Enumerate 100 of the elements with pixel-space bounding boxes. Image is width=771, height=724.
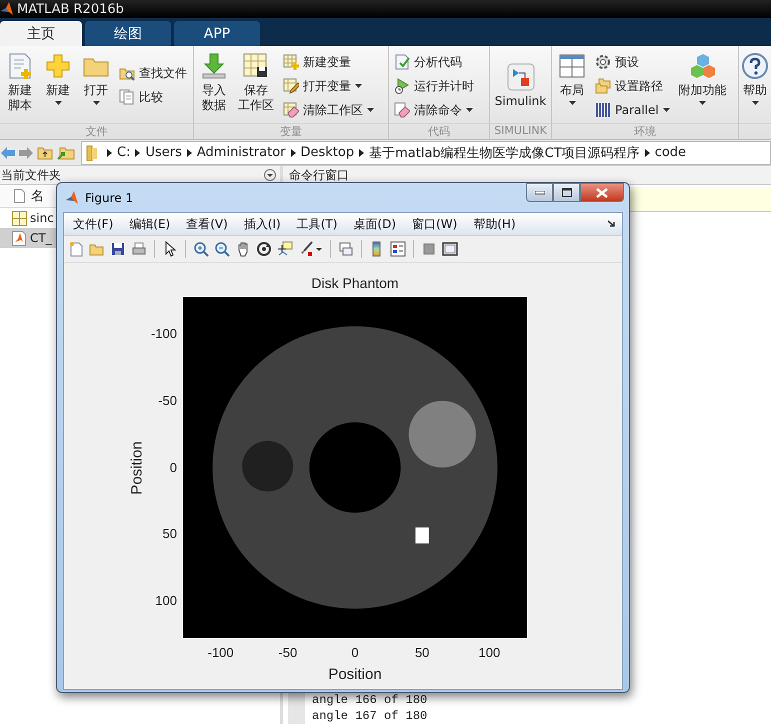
menu-item[interactable]: 桌面(D)	[350, 216, 404, 232]
ribbon-button[interactable]: Parallel	[592, 99, 673, 121]
menu-item[interactable]: 编辑(E)	[126, 216, 178, 232]
path-crumb[interactable]: code	[652, 145, 688, 160]
console-output: angle 166 of 180	[311, 692, 428, 708]
ribbon-button[interactable]: 设置路径	[592, 75, 673, 97]
group-label: 文件	[0, 123, 193, 139]
new-file-icon[interactable]	[68, 241, 84, 257]
document-icon	[14, 189, 25, 203]
file-row[interactable]: CT_	[0, 228, 56, 248]
plot-tools-icon[interactable]	[442, 241, 458, 257]
group-label: 代码	[389, 123, 489, 139]
ribbon-button[interactable]: 预设	[592, 51, 673, 73]
play-clock-icon	[394, 78, 410, 94]
x-tick-label: -50	[278, 645, 298, 660]
figure-title: Figure 1	[85, 190, 134, 204]
group-label: 变量	[194, 123, 388, 139]
ribbon-button[interactable]: 清除工作区	[280, 99, 377, 121]
file-name: sinc	[30, 211, 54, 225]
print-icon[interactable]	[131, 241, 147, 257]
x-axis-label: Position	[328, 666, 382, 683]
ribbon-button[interactable]: 新建 脚本	[2, 50, 38, 123]
menu-item[interactable]: 查看(V)	[183, 216, 235, 232]
script-file-icon	[12, 230, 27, 246]
menu-item[interactable]: 文件(F)	[70, 216, 120, 232]
grid-plus-icon	[283, 54, 299, 70]
plot-title: Disk Phantom	[310, 275, 400, 293]
ribbon-button[interactable]: 帮助	[741, 50, 769, 123]
close-button[interactable]	[580, 183, 624, 202]
save-icon[interactable]	[110, 241, 126, 257]
block-diagram-icon	[506, 63, 534, 91]
ribbon-button[interactable]: 打开变量	[280, 75, 377, 97]
y-axis-label: Position	[128, 440, 146, 494]
ribbon-button[interactable]: 查找文件	[116, 62, 190, 84]
ribbon-button[interactable]: 附加功能	[674, 50, 731, 123]
minimize-icon	[534, 190, 544, 194]
app-title: MATLAB R2016b	[17, 2, 124, 16]
column-header[interactable]: 名	[31, 187, 44, 205]
layout-icon	[558, 52, 586, 80]
minimize-button[interactable]	[526, 183, 553, 202]
plus-icon	[44, 52, 72, 80]
ribbon-button[interactable]: 布局	[554, 50, 590, 123]
data-cursor-icon[interactable]	[277, 241, 293, 257]
folders-icon	[595, 78, 611, 94]
rotate-icon[interactable]	[256, 241, 272, 257]
ribbon-button[interactable]: 分析代码	[391, 51, 477, 73]
matlab-logo-icon	[1, 2, 13, 16]
matlab-logo-icon	[66, 190, 80, 204]
ribbon-button[interactable]: 导入 数据	[196, 50, 232, 123]
x-tick-label: -100	[208, 645, 234, 660]
path-crumb[interactable]: 基于matlab编程生物医学成像CT项目源码程序	[367, 144, 642, 162]
group-label: 环境	[552, 123, 738, 139]
legend-icon[interactable]	[390, 241, 406, 257]
path-crumb[interactable]: Desktop	[298, 145, 356, 160]
ribbon-button[interactable]: 新建变量	[280, 51, 377, 73]
path-crumb[interactable]: Users	[143, 145, 184, 160]
documents-icon	[119, 89, 135, 105]
chevron-icon	[107, 148, 112, 156]
folder-icon	[86, 144, 98, 160]
grid-file-icon	[12, 210, 27, 226]
maximize-icon	[562, 188, 572, 197]
document-check-icon	[394, 54, 410, 70]
ribbon-button[interactable]: 新建	[40, 50, 76, 123]
eraser-icon	[394, 102, 410, 118]
path-crumb[interactable]: C:	[115, 145, 132, 160]
ribbon-button[interactable]: 打开	[78, 50, 114, 123]
link-plot-icon[interactable]	[338, 241, 354, 257]
ribbon-button[interactable]: 清除命令	[391, 99, 477, 121]
square-icon[interactable]	[421, 241, 437, 257]
panel-title: 当前文件夹	[1, 166, 61, 184]
console-output: angle 167 of 180	[311, 708, 428, 724]
zoom-out-icon[interactable]	[214, 241, 230, 257]
y-tick-label: 100	[155, 592, 177, 609]
chevron-icon	[135, 148, 140, 156]
ribbon-button[interactable]: Simulink	[490, 50, 550, 123]
download-arrow-icon	[200, 52, 228, 80]
menu-item[interactable]: 工具(T)	[294, 216, 344, 232]
ribbon-button[interactable]: 比较	[116, 86, 190, 108]
maximize-button[interactable]	[553, 183, 580, 202]
path-crumb[interactable]: Administrator	[194, 145, 288, 160]
y-tick-label: 50	[162, 526, 177, 542]
zoom-in-icon[interactable]	[193, 241, 209, 257]
ribbon-tab[interactable]: APP	[174, 21, 260, 46]
ribbon-tab[interactable]: 绘图	[85, 21, 171, 46]
dock-arrow-icon[interactable]	[608, 220, 616, 228]
menu-item[interactable]: 插入(I)	[240, 216, 288, 232]
chevron-icon	[290, 148, 296, 156]
chevron-icon	[359, 148, 364, 156]
y-tick-label: -50	[158, 392, 177, 409]
folder-up-icon[interactable]	[37, 146, 53, 160]
menu-item[interactable]: 窗口(W)	[409, 216, 464, 232]
ribbon-tab[interactable]: 主页	[0, 21, 82, 46]
x-tick-label: 100	[478, 645, 500, 660]
help-icon	[741, 52, 769, 80]
settings-icon	[595, 54, 611, 70]
dropdown-circle-icon[interactable]	[264, 169, 276, 181]
file-row[interactable]: sinc	[0, 208, 56, 228]
ribbon-button[interactable]: 保存 工作区	[234, 50, 278, 123]
menu-item[interactable]: 帮助(H)	[470, 216, 523, 232]
ribbon-button[interactable]: 运行并计时	[391, 75, 477, 97]
